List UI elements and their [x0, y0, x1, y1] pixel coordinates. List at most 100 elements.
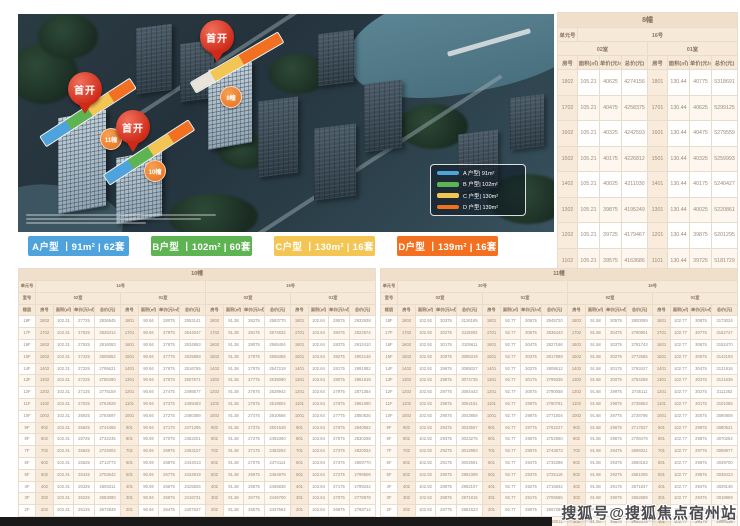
cell: 2789242 [350, 481, 376, 493]
column-header: 房号 [206, 304, 224, 316]
floor-cell: 6F [381, 457, 398, 469]
cell: 92.77 [501, 398, 521, 410]
column-header: 总价(元) [712, 56, 738, 70]
cell: 102.31 [54, 505, 74, 517]
cell: 2816083 [95, 339, 121, 351]
cell: 90.94 [139, 375, 159, 387]
floor-cell: 4F [19, 481, 36, 493]
cell: 1001 [291, 410, 309, 422]
cell: 3085027 [457, 363, 483, 375]
cell: 2713773 [95, 457, 121, 469]
cell: 90.94 [139, 422, 159, 434]
cell: 40325 [690, 146, 712, 172]
cell: 902 [398, 422, 416, 434]
price-table-11-container: 11幢单元号20号19号室号02室01室02室01室楼层房号面积(㎡)单价(元/… [380, 268, 737, 526]
cell: 1802 [36, 316, 54, 328]
column-header: 面积(㎡) [309, 304, 329, 316]
cell: 30075 [521, 387, 542, 399]
cell: 402 [398, 481, 416, 493]
column-header: 房号 [483, 304, 501, 316]
cell: 92.77 [501, 505, 521, 517]
cell: 30475 [606, 328, 627, 340]
cell: 5279559 [712, 121, 738, 147]
table-title: 11幢 [381, 269, 738, 281]
cell: 27975 [159, 328, 180, 340]
cell: 2671847 [627, 481, 653, 493]
cell: 802 [36, 434, 54, 446]
cell: 30475 [521, 339, 542, 351]
cell: 2744466 [95, 422, 121, 434]
cell: 1801 [648, 70, 668, 96]
cell: 28075 [244, 339, 265, 351]
cell: 29175 [606, 481, 627, 493]
cell: 1501 [653, 351, 671, 363]
cell: 130.44 [668, 172, 690, 198]
floor-cell: 11F [19, 398, 36, 410]
cell: 3095319 [457, 351, 483, 363]
column-header: 房号 [568, 304, 586, 316]
cell: 5259993 [712, 146, 738, 172]
cell: 1402 [398, 363, 416, 375]
cell: 26975 [159, 446, 180, 458]
cell: 27475 [159, 387, 180, 399]
cell: 26525 [74, 457, 95, 469]
cell: 4274156 [622, 70, 648, 96]
floor-cell: 15F [19, 351, 36, 363]
cell: 2771504 [542, 410, 568, 422]
cell: 27575 [159, 375, 180, 387]
cell: 30875 [691, 316, 712, 328]
cell: 102.92 [416, 328, 436, 340]
cell: 102.31 [54, 316, 74, 328]
cell: 27525 [74, 339, 95, 351]
cell: 3002691 [457, 457, 483, 469]
column-header: 面积(㎡) [501, 304, 521, 316]
cell: 130.44 [668, 95, 690, 121]
cell: 27375 [244, 422, 265, 434]
cell: 102.92 [416, 434, 436, 446]
cell: 1601 [483, 339, 501, 351]
cell: 2525859 [180, 351, 206, 363]
cell: 91.38 [224, 481, 244, 493]
cell: 30275 [521, 363, 542, 375]
cell: 102.64 [309, 493, 329, 505]
cell: 2683080 [95, 493, 121, 505]
cell: 29875 [521, 410, 542, 422]
cell: 91.58 [586, 446, 606, 458]
cell: 1202 [568, 387, 586, 399]
cell: 301 [291, 493, 309, 505]
unit-type-legend: A 户型| 91m² B 户型| 102m² C 户型| 130m² D 户型|… [430, 164, 526, 216]
cell: 3074735 [457, 375, 483, 387]
cell: 1202 [398, 387, 416, 399]
column-header: 房号 [558, 56, 578, 70]
floor-cell: 17F [381, 328, 398, 340]
column-header: 单价(元/㎡) [691, 304, 712, 316]
cell: 28275 [244, 316, 265, 328]
column-header: 单价(元/㎡) [606, 304, 627, 316]
cell: 2547218 [265, 363, 291, 375]
cell: 102.64 [309, 351, 329, 363]
cell: 40475 [600, 95, 622, 121]
cell: 1301 [648, 197, 668, 223]
legend-swatch-b [437, 182, 459, 187]
floor-cell: 4F [381, 481, 398, 493]
cell: 1201 [483, 387, 501, 399]
cell: 2850826 [350, 410, 376, 422]
cell: 2982107 [457, 481, 483, 493]
cell: 801 [291, 434, 309, 446]
floor-cell: 13F [381, 375, 398, 387]
cell: 2799335 [542, 375, 568, 387]
column-header: 房号 [398, 304, 416, 316]
floor-cell: 9F [19, 422, 36, 434]
cell: 92.77 [501, 410, 521, 422]
cell: 27675 [329, 422, 350, 434]
cell: 1201 [648, 223, 668, 249]
cell: 802 [398, 434, 416, 446]
cell: 2745111 [627, 387, 653, 399]
cell: 1501 [648, 146, 668, 172]
cell: 3029146 [712, 481, 738, 493]
cell: 402 [568, 481, 586, 493]
cell: 30675 [691, 339, 712, 351]
price-table-10: 10幢单元号14号15号室号02室01室02室01室楼层房号面积(㎡)单价(元/… [18, 268, 376, 526]
cell: 28575 [329, 316, 350, 328]
cell: 1301 [483, 375, 501, 387]
